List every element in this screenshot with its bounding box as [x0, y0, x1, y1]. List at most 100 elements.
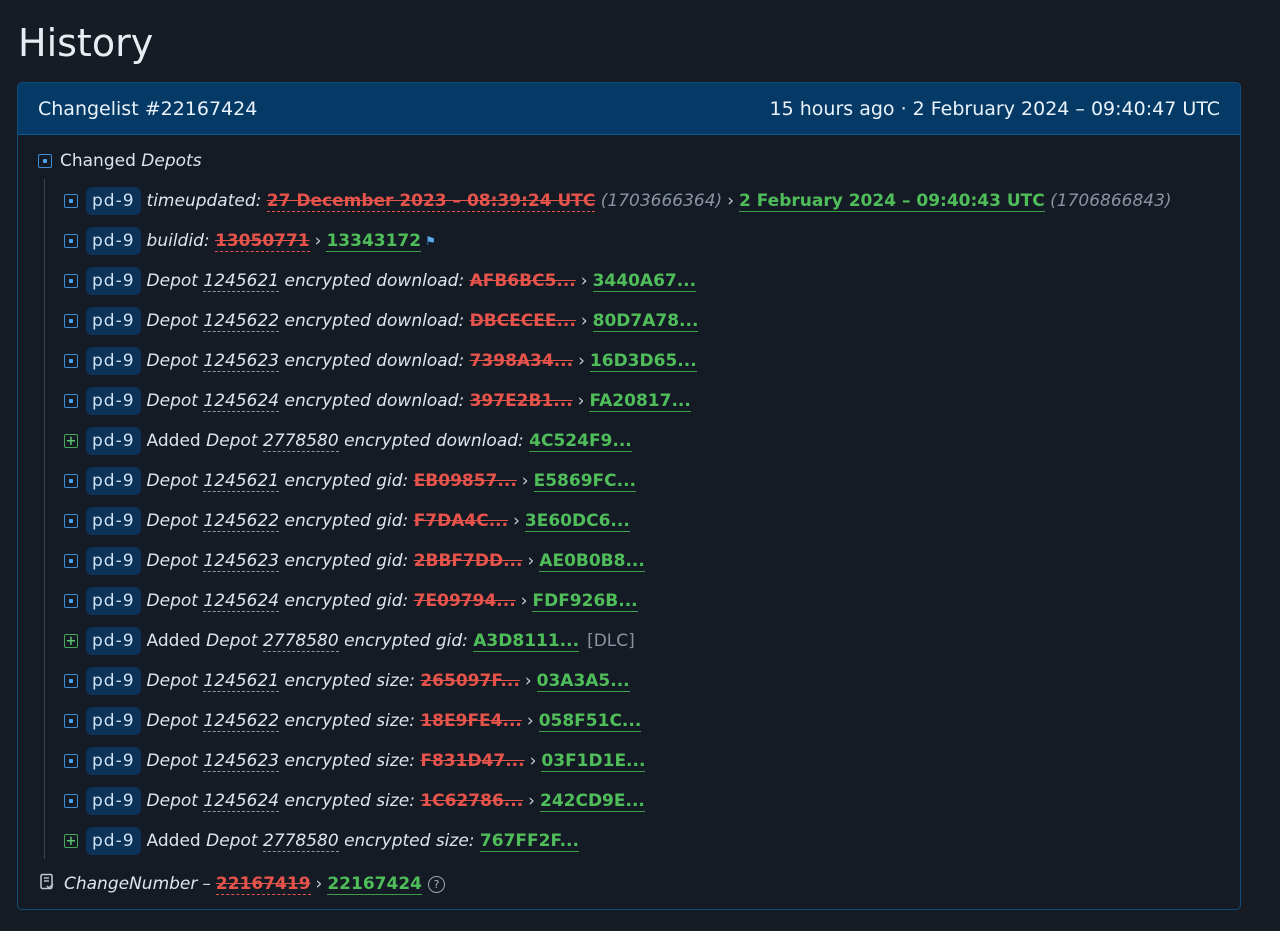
old-value[interactable]: 13050771 — [215, 231, 310, 252]
depot-id-link[interactable]: 1245623 — [203, 551, 280, 572]
platform-badge: pd-9 — [86, 227, 141, 255]
new-value[interactable]: 4C524F9... — [529, 431, 632, 452]
depot-id-link[interactable]: 1245621 — [203, 471, 280, 492]
depot-label: Depot — [146, 711, 198, 731]
new-value[interactable]: 2 February 2024 – 09:40:43 UTC — [739, 191, 1045, 212]
depot-label: Depot — [206, 431, 258, 451]
platform-badge: pd-9 — [86, 307, 141, 335]
key-label: timeupdated: — [146, 191, 262, 211]
platform-badge: pd-9 — [86, 467, 141, 495]
key-label: encrypted download: — [284, 311, 465, 331]
arrow-separator: › — [314, 231, 322, 251]
change-row: pd-9 Depot 1245621 encrypted download: AF… — [64, 265, 697, 297]
key-label: encrypted download: — [284, 271, 465, 291]
new-value[interactable]: 03F1D1E... — [541, 751, 646, 772]
change-row: pd-9 Depot 1245623 encrypted gid: 2BBF7DD… — [64, 545, 645, 577]
platform-badge: pd-9 — [86, 387, 141, 415]
arrow-separator: › — [526, 711, 534, 731]
changed-icon — [64, 754, 78, 768]
platform-badge: pd-9 — [86, 587, 141, 615]
change-row: pd-9 buildid: 13050771 › 13343172 ⚑ — [64, 225, 436, 257]
platform-badge: pd-9 — [86, 267, 141, 295]
changelist-header: Changelist #22167424 15 hours ago · 2 Fe… — [18, 83, 1240, 135]
key-label: encrypted download: — [344, 431, 524, 451]
depot-id-link[interactable]: 1245622 — [203, 511, 280, 532]
old-timestamp: (1703666364) — [600, 191, 723, 211]
depot-id-link[interactable]: 1245624 — [203, 591, 280, 612]
new-value[interactable]: 03A3A5... — [536, 671, 630, 692]
new-value[interactable]: AE0B0B8... — [539, 551, 645, 572]
new-value[interactable]: 767FF2F... — [479, 831, 579, 852]
arrow-separator: › — [524, 671, 532, 691]
changelist-panel: Changelist #22167424 15 hours ago · 2 Fe… — [17, 82, 1241, 910]
new-value[interactable]: 3E60DC6... — [524, 511, 630, 532]
new-value[interactable]: 3440A67... — [592, 271, 697, 292]
new-value[interactable]: FDF926B... — [532, 591, 638, 612]
depot-id-link[interactable]: 2778580 — [262, 831, 339, 852]
added-label: Added — [146, 431, 201, 451]
help-icon[interactable]: ? — [427, 875, 445, 893]
depot-id-link[interactable]: 1245624 — [203, 791, 280, 812]
change-number-new[interactable]: 22167424 — [327, 874, 422, 895]
new-timestamp: (1706866843) — [1050, 191, 1172, 211]
collapse-icon[interactable] — [38, 154, 52, 168]
old-value: F831D47... — [420, 751, 525, 771]
megaphone-icon[interactable]: ⚑ — [425, 234, 436, 248]
key-label: encrypted size: — [344, 831, 475, 851]
key-label: encrypted size: — [284, 791, 415, 811]
changelist-time: 15 hours ago · 2 February 2024 – 09:40:4… — [769, 97, 1220, 120]
platform-badge: pd-9 — [86, 827, 141, 855]
platform-badge: pd-9 — [86, 747, 141, 775]
depot-id-link[interactable]: 1245622 — [203, 711, 280, 732]
added-label: Added — [146, 831, 201, 851]
depot-id-link[interactable]: 2778580 — [262, 431, 339, 452]
depot-id-link[interactable]: 1245623 — [203, 751, 280, 772]
new-value[interactable]: 13343172 — [326, 231, 422, 252]
platform-badge: pd-9 — [86, 667, 141, 695]
changed-icon — [64, 794, 78, 808]
added-icon: + — [64, 833, 78, 849]
change-row: + pd-9 Added Depot 2778580 encrypted downl… — [64, 425, 632, 457]
key-label: encrypted download: — [284, 351, 465, 371]
section-label-em: Depots — [141, 151, 202, 171]
change-row: pd-9 Depot 1245621 encrypted gid: EB09857… — [64, 465, 636, 497]
new-value[interactable]: 80D7A78... — [592, 311, 699, 332]
change-number-old[interactable]: 22167419 — [215, 874, 311, 895]
tree-line — [44, 179, 45, 859]
depot-id-link[interactable]: 1245624 — [203, 391, 280, 412]
old-value[interactable]: 27 December 2023 – 08:39:24 UTC — [266, 191, 596, 212]
new-value[interactable]: A3D8111... — [473, 631, 580, 652]
depot-id-link[interactable]: 2778580 — [262, 631, 339, 652]
new-value[interactable]: 058F51C... — [538, 711, 642, 732]
depot-id-link[interactable]: 1245623 — [203, 351, 280, 372]
change-number-label: ChangeNumber — [64, 874, 198, 894]
old-value: F7DA4C... — [413, 511, 509, 531]
depot-id-link[interactable]: 1245621 — [203, 671, 280, 692]
depot-label: Depot — [146, 471, 198, 491]
section-changed-depots[interactable]: Changed Depots — [38, 151, 202, 171]
platform-badge: pd-9 — [86, 507, 141, 535]
platform-badge: pd-9 — [86, 187, 141, 215]
new-value[interactable]: E5869FC... — [533, 471, 636, 492]
document-check-icon — [38, 873, 56, 896]
changelist-title[interactable]: Changelist #22167424 — [38, 98, 257, 120]
old-value: 397E2B1... — [469, 391, 573, 411]
changed-icon — [64, 194, 78, 208]
key-label: buildid: — [146, 231, 210, 251]
platform-badge: pd-9 — [86, 707, 141, 735]
arrow-separator: › — [527, 551, 535, 571]
depot-label: Depot — [146, 351, 198, 371]
new-value[interactable]: 242CD9E... — [539, 791, 645, 812]
depot-id-link[interactable]: 1245621 — [203, 271, 280, 292]
key-label: encrypted size: — [284, 671, 415, 691]
arrow-separator: › — [521, 471, 529, 491]
key-label: encrypted size: — [284, 751, 415, 771]
new-value[interactable]: 16D3D65... — [589, 351, 697, 372]
changed-icon — [64, 674, 78, 688]
platform-badge: pd-9 — [86, 547, 141, 575]
new-value[interactable]: FA20817... — [589, 391, 691, 412]
arrow-separator: › — [528, 791, 535, 811]
key-label: encrypted gid: — [284, 471, 409, 491]
depot-id-link[interactable]: 1245622 — [203, 311, 280, 332]
change-row: pd-9 Depot 1245622 encrypted gid: F7DA4C.… — [64, 505, 630, 537]
